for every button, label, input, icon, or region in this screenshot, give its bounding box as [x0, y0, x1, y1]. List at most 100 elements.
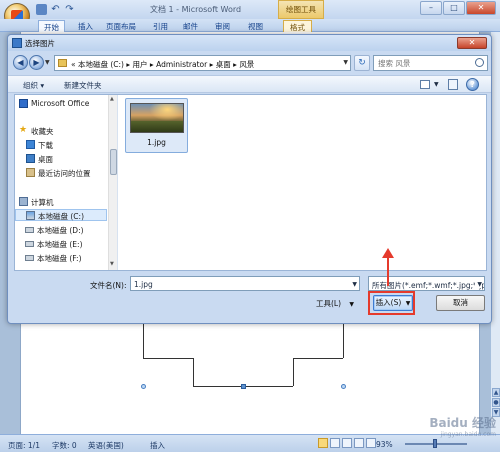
search-input[interactable] [378, 58, 470, 68]
forward-arrow-icon[interactable]: ▶ [29, 55, 44, 70]
nav-item-downloads[interactable]: 下载 [15, 139, 107, 151]
filename-label: 文件名(N): [90, 281, 127, 290]
tab-insert[interactable]: 插入 [78, 21, 93, 32]
maximize-button[interactable]: □ [443, 1, 465, 15]
search-icon[interactable] [475, 58, 484, 67]
tools-button[interactable]: 工具(L) ▼ [316, 298, 354, 309]
selection-handle-left[interactable] [141, 384, 146, 389]
selection-handle-middle[interactable] [241, 384, 246, 389]
nav-item-favorites[interactable]: ★ 收藏夹 [15, 125, 107, 137]
status-bar: 页面: 1/1 字数: 0 英语(美国) 插入 93% [0, 434, 500, 452]
nav-item-microsoft-office[interactable]: Microsoft Office [15, 98, 107, 110]
full-screen-view-icon[interactable] [330, 438, 340, 448]
status-page[interactable]: 页面: 1/1 [8, 440, 40, 451]
breadcrumb-overflow[interactable]: « [71, 60, 76, 69]
status-language[interactable]: 英语(美国) [88, 440, 124, 451]
nav-item-recent-places[interactable]: 最近访问的位置 [15, 167, 107, 179]
folder-icon [58, 59, 67, 67]
breadcrumb-administrator[interactable]: Administrator [156, 60, 207, 69]
file-type-dropdown-icon[interactable]: ▼ [475, 281, 482, 288]
nav-pane-scrollbar[interactable]: ▲ ▼ [108, 95, 117, 270]
tools-dropdown-icon: ▼ [349, 301, 355, 308]
redo-icon[interactable]: ↷ [64, 4, 75, 15]
draft-view-icon[interactable] [366, 438, 376, 448]
nav-item-label: 本地磁盘 (C:) [38, 212, 84, 221]
tab-references[interactable]: 引用 [153, 21, 168, 32]
nav-item-desktop[interactable]: 桌面 [15, 153, 107, 165]
dialog-title-bar: 选择图片 ✕ [8, 35, 491, 51]
filename-field[interactable]: 1.jpg ▼ [130, 276, 360, 291]
filename-dropdown-icon[interactable]: ▼ [352, 281, 357, 288]
shape-inner-right [293, 358, 294, 386]
address-dropdown-icon[interactable]: ▼ [343, 59, 348, 66]
save-icon[interactable] [36, 4, 47, 15]
breadcrumb-users[interactable]: 用户 [133, 60, 148, 69]
dialog-title: 选择图片 [25, 39, 55, 48]
status-words[interactable]: 字数: 0 [52, 440, 77, 451]
scroll-prev-page-icon[interactable]: ▲ [492, 388, 500, 397]
desktop-icon [26, 154, 35, 163]
view-mode-dropdown-icon[interactable]: ▼ [434, 81, 439, 88]
nav-item-label: 桌面 [38, 155, 53, 164]
tab-review[interactable]: 审阅 [215, 21, 230, 32]
selection-handle-right[interactable] [341, 384, 346, 389]
thumbnail-landscape [131, 121, 183, 132]
scroll-up-icon[interactable]: ▲ [110, 96, 114, 102]
minimize-button[interactable]: – [420, 1, 442, 15]
nav-item-drive-f[interactable]: 本地磁盘 (F:) [15, 252, 107, 264]
breadcrumb-drive-c[interactable]: 本地磁盘 (C:) [78, 60, 124, 69]
help-icon[interactable]: ? [466, 78, 479, 91]
scroll-down-icon[interactable]: ▼ [110, 261, 114, 267]
baidu-watermark: Baidu 经验 jingyan.baidu.com [429, 414, 496, 438]
refresh-button[interactable]: ↻ [354, 55, 370, 71]
address-bar[interactable]: « 本地磁盘 (C:) ▸ 用户 ▸ Administrator ▸ 桌面 ▸ … [54, 55, 351, 71]
filename-value[interactable]: 1.jpg [134, 280, 153, 289]
cancel-button[interactable]: 取消 [436, 295, 485, 311]
breadcrumb-separator[interactable]: ▸ [210, 60, 214, 69]
scroll-browse-icon[interactable]: ● [492, 398, 500, 407]
breadcrumb-separator[interactable]: ▸ [233, 60, 237, 69]
dialog-close-button[interactable]: ✕ [457, 37, 487, 49]
window-controls: – □ ✕ [420, 1, 496, 15]
recent-pages-dropdown-icon[interactable]: ▼ [45, 59, 50, 66]
zoom-level[interactable]: 93% [376, 440, 393, 449]
undo-icon[interactable]: ↶ [50, 4, 61, 15]
back-arrow-icon[interactable]: ◀ [13, 55, 28, 70]
tab-view[interactable]: 视图 [248, 21, 263, 32]
view-mode-icon[interactable] [420, 80, 430, 89]
file-item[interactable]: 1.jpg [125, 98, 188, 153]
new-folder-button[interactable]: 新建文件夹 [64, 80, 102, 91]
nav-item-drive-e[interactable]: 本地磁盘 (E:) [15, 238, 107, 250]
recent-places-icon [26, 168, 35, 177]
zoom-slider-knob[interactable] [433, 439, 437, 448]
drive-icon [25, 255, 34, 261]
breadcrumb-scenery[interactable]: 风景 [239, 60, 254, 69]
nav-item-label: 下载 [38, 141, 53, 150]
tab-mailings[interactable]: 邮件 [183, 21, 198, 32]
image-thumbnail [130, 103, 184, 133]
shape-left-horizontal [143, 358, 193, 359]
tab-page-layout[interactable]: 页面布局 [106, 21, 136, 32]
web-layout-view-icon[interactable] [342, 438, 352, 448]
scrollbar-thumb[interactable] [110, 149, 117, 175]
nav-item-label: Microsoft Office [31, 99, 90, 108]
nav-item-computer[interactable]: 计算机 [15, 196, 107, 208]
watermark-url: jingyan.baidu.com [440, 431, 496, 438]
close-window-button[interactable]: ✕ [466, 1, 496, 15]
nav-item-drive-d[interactable]: 本地磁盘 (D:) [15, 224, 107, 236]
preview-pane-icon[interactable] [448, 79, 458, 90]
organize-button[interactable]: 组织 ▾ [23, 80, 44, 91]
drive-icon [25, 227, 34, 233]
shape-inner-left [193, 358, 194, 386]
breadcrumb-separator[interactable]: ▸ [150, 60, 154, 69]
breadcrumb-desktop[interactable]: 桌面 [216, 60, 231, 69]
breadcrumb-separator[interactable]: ▸ [126, 60, 130, 69]
search-box[interactable] [373, 55, 488, 71]
outline-view-icon[interactable] [354, 438, 364, 448]
file-type-filter[interactable]: 所有图片(*.emf;*.wmf;*.jpg;*.jp ▼ [368, 276, 485, 291]
nav-item-drive-c[interactable]: 本地磁盘 (C:) [15, 209, 107, 221]
insert-picture-dialog: 选择图片 ✕ ◀ ▶ ▼ « 本地磁盘 (C:) ▸ 用户 ▸ Administ… [7, 34, 492, 324]
status-mode[interactable]: 插入 [150, 440, 165, 451]
quick-access-toolbar: ↶ ↷ [36, 4, 75, 15]
print-layout-view-icon[interactable] [318, 438, 328, 448]
